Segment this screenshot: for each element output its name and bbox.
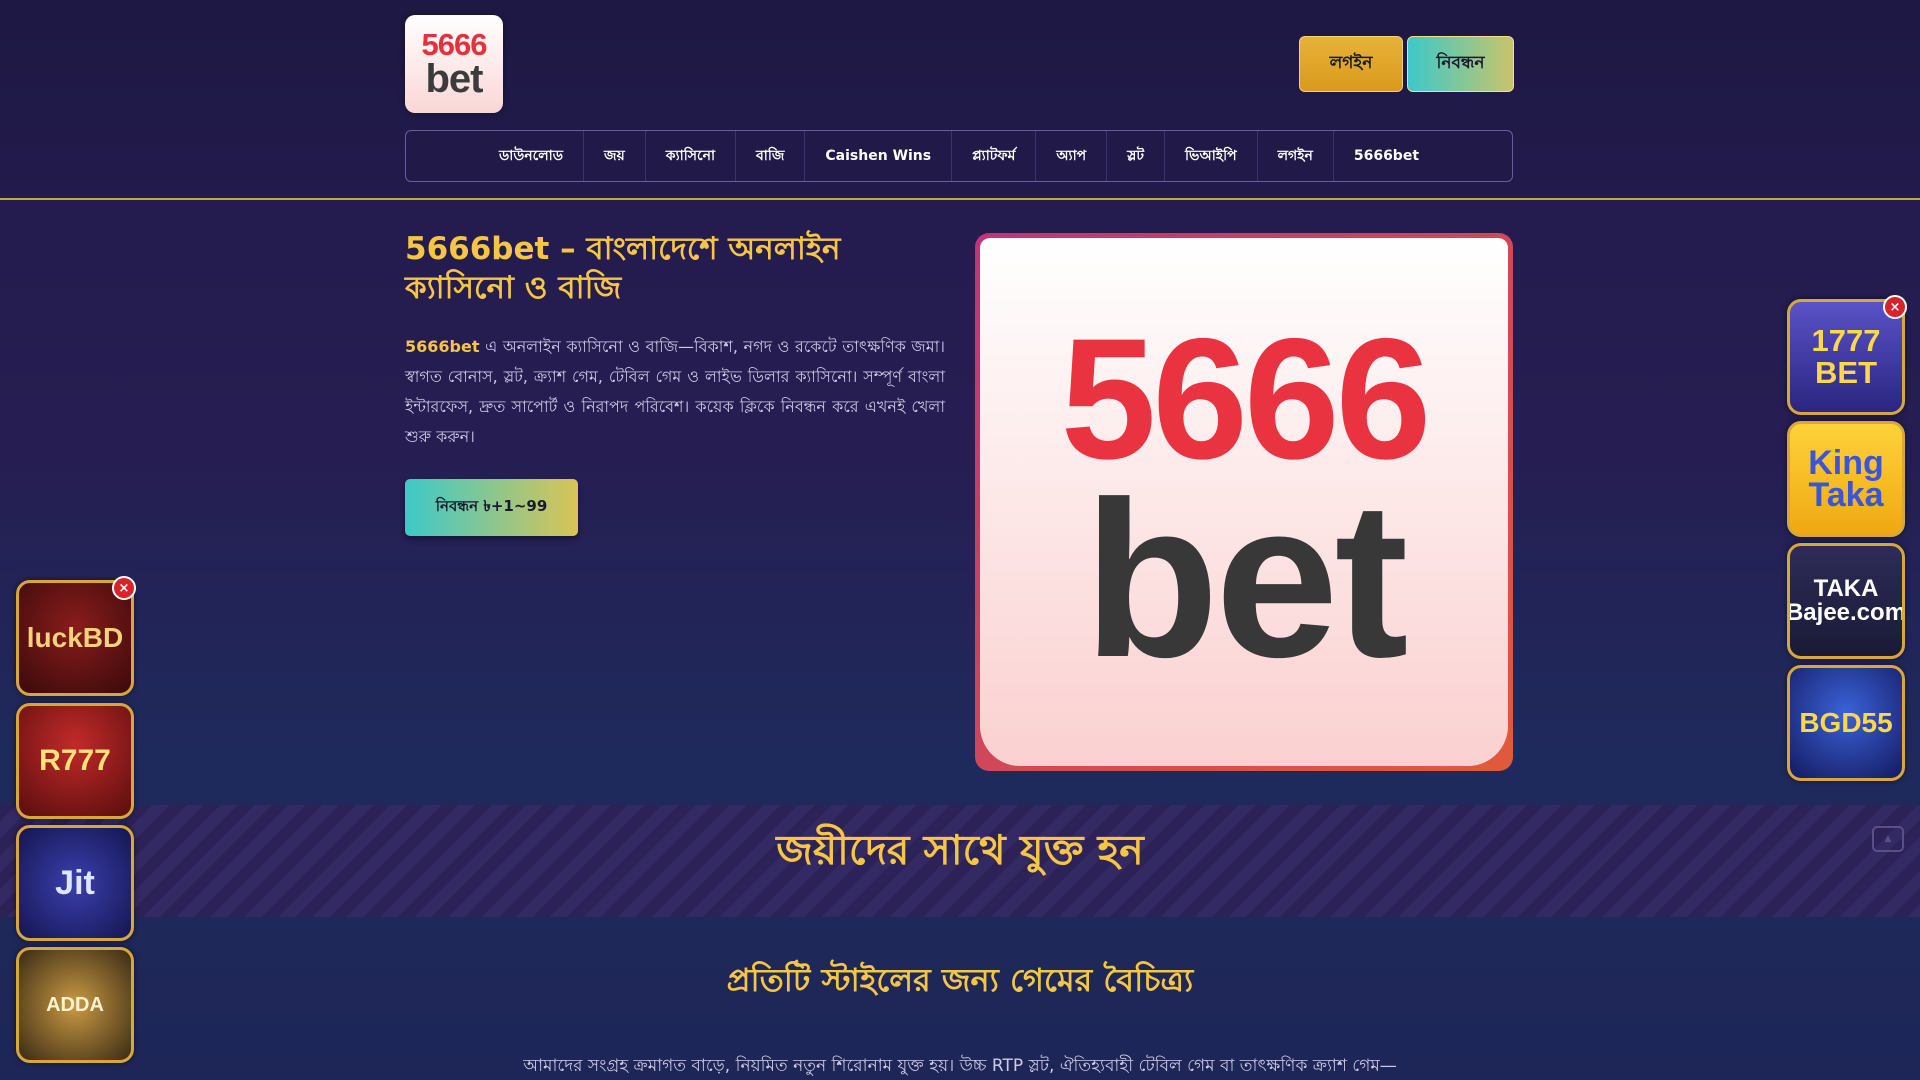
- close-right-ads-icon[interactable]: ×: [1883, 295, 1907, 319]
- nav-item-platform[interactable]: প্ল্যাটফর্ম: [952, 131, 1037, 181]
- nav-item-app[interactable]: অ্যাপ: [1036, 131, 1108, 181]
- ad-bgd55[interactable]: BGD55: [1787, 665, 1905, 781]
- close-left-ads-icon[interactable]: ×: [112, 576, 136, 600]
- main-nav: ডাউনলোড জয় ক্যাসিনো বাজি Caishen Wins প…: [405, 130, 1513, 182]
- nav-item-vip[interactable]: ভিআইপি: [1165, 131, 1258, 181]
- logo-line-1: 5666: [421, 27, 488, 63]
- join-title: জয়ীদের সাথে যুক্ত হন: [776, 826, 1144, 874]
- hero-description: 5666bet এ অনলাইন ক্যাসিনো ও বাজি—বিকাশ, …: [405, 332, 945, 452]
- ad-r777[interactable]: R777: [16, 703, 134, 819]
- register-button[interactable]: নিবন্ধন: [1407, 36, 1514, 92]
- scroll-top-icon[interactable]: ▲: [1872, 826, 1904, 852]
- hero-register-button[interactable]: নিবন্ধন ৳+1~99: [405, 479, 578, 536]
- ad-king-taka[interactable]: King Taka: [1787, 421, 1905, 537]
- logo-line-2: bet: [425, 56, 484, 101]
- hero-title: 5666bet – বাংলাদেশে অনলাইন ক্যাসিনো ও বা…: [405, 231, 841, 306]
- nav-item-download[interactable]: ডাউনলোড: [479, 131, 585, 181]
- games-section-text: আমাদের সংগ্রহ ক্রমাগত বাড়ে, নিয়মিত নতু…: [523, 1056, 1397, 1076]
- hero-image: 5666 bet: [975, 233, 1513, 771]
- nav-item-slot[interactable]: স্লট: [1107, 131, 1166, 181]
- site-logo[interactable]: 5666 bet: [405, 15, 503, 113]
- hero-image-line-2: bet: [1083, 456, 1409, 705]
- nav-item-login[interactable]: লগইন: [1258, 131, 1334, 181]
- games-section-title: প্রতিটি স্টাইলের জন্য গেমের বৈচিত্র্য: [726, 961, 1194, 999]
- nav-item-casino[interactable]: ক্যাসিনো: [646, 131, 737, 181]
- login-button[interactable]: লগইন: [1299, 36, 1403, 92]
- nav-item-caishen-wins[interactable]: Caishen Wins: [805, 131, 953, 181]
- hero-description-text: এ অনলাইন ক্যাসিনো ও বাজি—বিকাশ, নগদ ও রক…: [405, 337, 945, 446]
- ad-jit[interactable]: Jit: [16, 825, 134, 941]
- hero-image-logo: 5666 bet: [980, 238, 1508, 766]
- nav-item-betting[interactable]: বাজি: [736, 131, 806, 181]
- ad-adda[interactable]: ADDA: [16, 947, 134, 1063]
- site-header: 5666 bet লগইন নিবন্ধন ডাউনলোড জয় ক্যাসি…: [0, 0, 1920, 200]
- ad-taka-bajee[interactable]: TAKA Bajee.com: [1787, 543, 1905, 659]
- hero-brand-link[interactable]: 5666bet: [405, 337, 479, 356]
- nav-item-5666bet[interactable]: 5666bet: [1334, 131, 1439, 181]
- nav-item-win[interactable]: জয়: [584, 131, 646, 181]
